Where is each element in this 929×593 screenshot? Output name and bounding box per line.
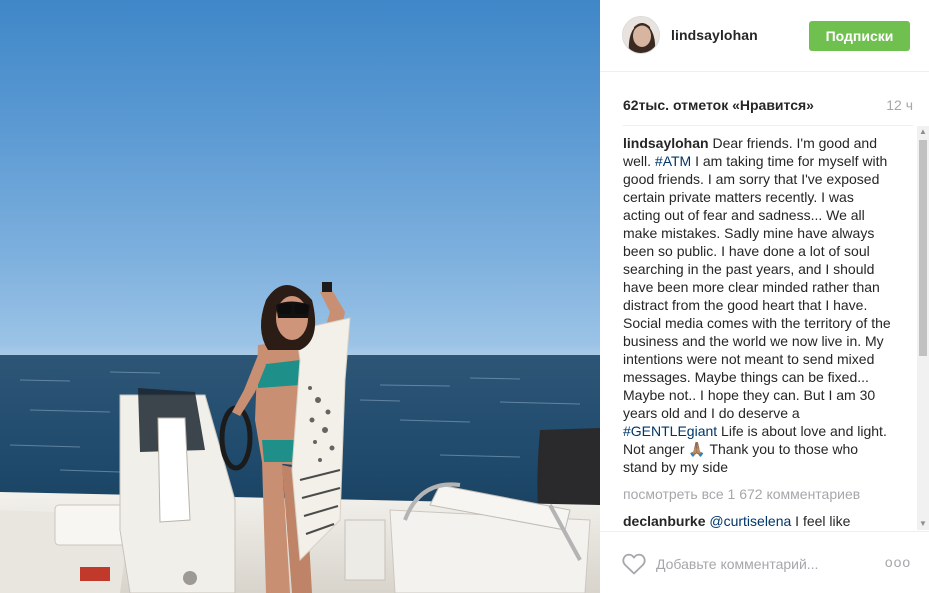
post-time[interactable]: 12 ч <box>886 97 913 113</box>
comment-mention[interactable]: @curtiselena <box>709 513 791 529</box>
avatar-image <box>623 17 659 53</box>
avatar[interactable] <box>622 16 660 54</box>
add-comment-input[interactable] <box>656 553 876 575</box>
likes-row: 62тыс. отметок «Нравится» 12 ч <box>623 97 913 115</box>
header-username[interactable]: lindsaylohan <box>671 27 758 43</box>
caption-text-2: I am taking time for myself with good fr… <box>623 153 891 421</box>
scrollbar[interactable]: ▲ ▼ <box>917 126 929 530</box>
caption-username[interactable]: lindsaylohan <box>623 135 709 151</box>
hashtag-atm[interactable]: #ATM <box>655 153 691 169</box>
post-footer: ooo <box>600 531 929 593</box>
follow-button[interactable]: Подписки <box>809 21 910 51</box>
hashtag-gentlegiant[interactable]: #GENTLEgiant <box>623 423 717 439</box>
likes-count[interactable]: 62тыс. отметок «Нравится» <box>623 97 814 113</box>
divider <box>623 125 913 126</box>
more-dots-icon[interactable]: ooo <box>884 552 912 572</box>
view-all-comments-link[interactable]: посмотреть все 1 672 комментариев <box>623 485 895 503</box>
comment-text: I feel like <box>791 513 851 529</box>
post-photo[interactable] <box>0 0 600 593</box>
scrollbar-thumb[interactable] <box>919 140 927 356</box>
comment-item: declanburke @curtiselena I feel like <box>623 512 895 530</box>
post-header: lindsaylohan Подписки <box>600 0 929 72</box>
post-side-panel: lindsaylohan Подписки 62тыс. отметок «Нр… <box>600 0 929 593</box>
comment-username[interactable]: declanburke <box>623 513 705 529</box>
heart-outline-icon[interactable] <box>622 553 646 575</box>
scroll-down-arrow-icon[interactable]: ▼ <box>917 518 929 530</box>
post-photo-illustration <box>0 282 600 593</box>
scroll-up-arrow-icon[interactable]: ▲ <box>917 126 929 138</box>
post-caption: lindsaylohan Dear friends. I'm good and … <box>623 134 895 476</box>
comments-scroll-area[interactable]: lindsaylohan Dear friends. I'm good and … <box>623 134 895 530</box>
caption-emoji: 🙏🏽 <box>688 441 706 457</box>
